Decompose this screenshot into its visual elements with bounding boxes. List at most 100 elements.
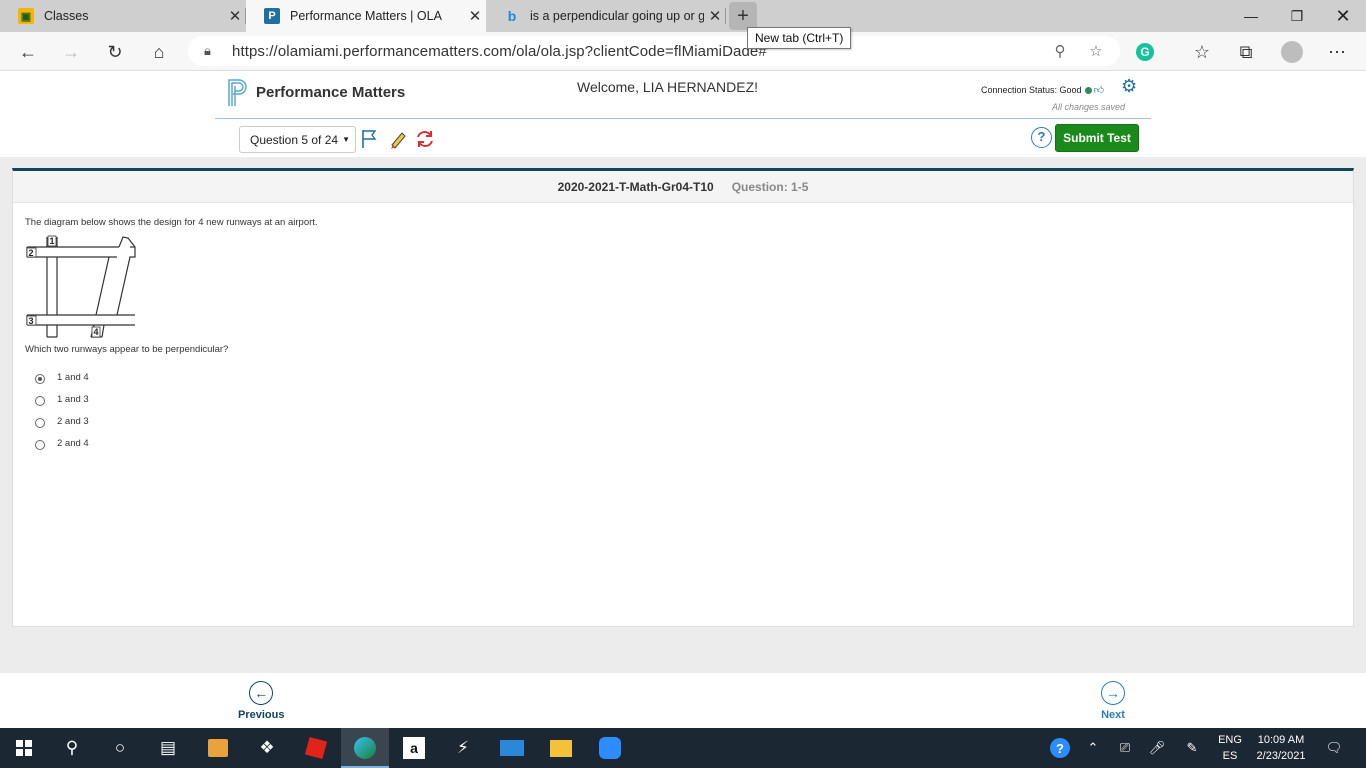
zoom-icon[interactable]: ⚲ bbox=[1050, 42, 1070, 62]
address-bar[interactable]: 🔒︎ https://olamiami.performancematters.c… bbox=[188, 36, 1120, 66]
store-icon[interactable] bbox=[194, 728, 242, 768]
language-indicator[interactable]: ENG ES bbox=[1214, 732, 1246, 764]
question-card: 2020-2021-T-Math-Gr04-T10 Question: 1-5 … bbox=[12, 168, 1354, 627]
file-explorer-icon[interactable] bbox=[537, 728, 585, 768]
refresh-icon[interactable]: ↻ bbox=[100, 37, 130, 67]
edge-icon[interactable] bbox=[341, 728, 389, 768]
bing-icon: b bbox=[507, 8, 517, 24]
mail-icon[interactable] bbox=[488, 728, 536, 768]
answer-option-label: 2 and 4 bbox=[57, 438, 89, 449]
profile-avatar[interactable] bbox=[1277, 37, 1307, 67]
back-arrow-icon[interactable]: ← bbox=[13, 37, 43, 67]
add-favorite-icon[interactable]: ☆ bbox=[1086, 42, 1106, 62]
flag-icon[interactable] bbox=[359, 128, 381, 150]
status-dot-icon bbox=[1084, 86, 1092, 94]
next-button[interactable]: → Next bbox=[1101, 681, 1125, 721]
tab-title: is a perpendicular going up or go bbox=[530, 9, 704, 23]
windows-taskbar: ⚲ ○ ▤ ❖ a ⚡︎ ? ⌃ ⎚ 🎤︎ ✎ ENG ES 10:09 AM … bbox=[0, 728, 1366, 768]
arrow-right-icon: → bbox=[1101, 681, 1125, 705]
welcome-message: Welcome, LIA HERNANDEZ! bbox=[577, 79, 759, 95]
microphone-icon[interactable]: 🎤︎ bbox=[1144, 728, 1170, 768]
notifications-icon[interactable]: 🗨︎ bbox=[1320, 728, 1348, 768]
camera-tray-icon[interactable]: ⎚ bbox=[1112, 728, 1138, 768]
arrow-left-icon: ← bbox=[249, 681, 274, 705]
answer-option[interactable]: 2 and 3 bbox=[35, 416, 89, 428]
grammarly-icon[interactable]: G bbox=[1130, 37, 1160, 67]
new-tab-button[interactable]: + bbox=[729, 2, 757, 30]
clock-time: 10:09 AM bbox=[1257, 734, 1305, 746]
runway-label-1: 1 bbox=[50, 236, 55, 246]
runway-label-2: 2 bbox=[29, 248, 34, 258]
highlighter-icon[interactable] bbox=[387, 128, 409, 150]
tab-title: Classes bbox=[44, 9, 89, 23]
zoom-app-icon[interactable] bbox=[586, 728, 634, 768]
brand-logo: Performance Matters bbox=[226, 77, 405, 107]
classroom-icon: ▣ bbox=[18, 8, 34, 24]
question-text: Which two runways appear to be perpendic… bbox=[25, 344, 229, 355]
submit-test-button[interactable]: Submit Test bbox=[1055, 124, 1139, 152]
cortana-icon[interactable]: ○ bbox=[96, 728, 144, 768]
more-options-icon[interactable]: ⋯ bbox=[1322, 37, 1352, 67]
connection-status-label: Connection Status: Good bbox=[981, 85, 1082, 95]
dropbox-icon[interactable]: ❖ bbox=[243, 728, 291, 768]
lock-icon: 🔒︎ bbox=[204, 43, 211, 58]
answer-option[interactable]: 1 and 3 bbox=[35, 394, 89, 406]
previous-label: Previous bbox=[238, 709, 285, 721]
tab-bing-search[interactable]: b is a perpendicular going up or go ✕ bbox=[486, 0, 726, 32]
caret-down-icon: ▼ bbox=[342, 135, 350, 144]
question-prompt: The diagram below shows the design for 4… bbox=[25, 217, 318, 228]
home-icon[interactable]: ⌂ bbox=[144, 37, 174, 67]
clock[interactable]: 10:09 AM 2/23/2021 bbox=[1252, 732, 1310, 764]
radio-button[interactable] bbox=[35, 374, 45, 384]
windows-start-icon[interactable] bbox=[0, 728, 48, 768]
close-tab-icon[interactable]: ✕ bbox=[704, 7, 726, 25]
runway-label-3: 3 bbox=[29, 316, 34, 326]
question-reference: Question: 1-5 bbox=[731, 179, 809, 194]
browser-tab-strip: ▣ Classes ✕ P Performance Matters | OLA … bbox=[0, 0, 1366, 32]
help-tray-icon[interactable]: ? bbox=[1046, 728, 1074, 768]
pen-icon[interactable]: ✎ bbox=[1178, 728, 1206, 768]
thumbs-up-icon: 👍︎ bbox=[1093, 85, 1105, 96]
close-window-icon[interactable]: ✕ bbox=[1320, 0, 1366, 32]
task-view-icon[interactable]: ▤ bbox=[144, 728, 192, 768]
forward-arrow-icon[interactable]: → bbox=[56, 37, 86, 67]
tab-performance-matters[interactable]: P Performance Matters | OLA ✕ bbox=[246, 0, 486, 32]
restore-icon[interactable]: ❐ bbox=[1274, 0, 1320, 32]
header-divider bbox=[215, 118, 1151, 119]
question-navigation: ← Previous → Next bbox=[0, 673, 1366, 728]
chevron-up-icon[interactable]: ⌃ bbox=[1080, 728, 1106, 768]
keyboard-layout: ES bbox=[1222, 750, 1238, 762]
roblox-icon[interactable] bbox=[292, 728, 340, 768]
url-text[interactable]: https://olamiami.performancematters.com/… bbox=[232, 43, 767, 60]
address-toolbar: ← → ↻ ⌂ 🔒︎ https://olamiami.performancem… bbox=[0, 32, 1366, 71]
connection-status: Connection Status: Good 👍︎ bbox=[981, 84, 1104, 96]
radio-button[interactable] bbox=[35, 396, 45, 406]
search-icon[interactable]: ⚲ bbox=[48, 728, 96, 768]
close-tab-icon[interactable]: ✕ bbox=[224, 7, 246, 25]
favorites-icon[interactable]: ☆ bbox=[1187, 37, 1217, 67]
minimize-icon[interactable]: — bbox=[1228, 0, 1274, 32]
answer-option[interactable]: 2 and 4 bbox=[35, 438, 89, 450]
reset-icon[interactable] bbox=[414, 128, 436, 150]
close-tab-icon[interactable]: ✕ bbox=[464, 7, 486, 25]
answer-option-label: 1 and 4 bbox=[57, 372, 89, 383]
collections-icon[interactable]: ⧉ bbox=[1231, 37, 1261, 67]
settings-gear-icon[interactable]: ⚙ bbox=[1121, 77, 1139, 95]
tab-classes[interactable]: ▣ Classes ✕ bbox=[0, 0, 246, 32]
lightning-app-icon[interactable]: ⚡︎ bbox=[439, 728, 487, 768]
question-selector-label: Question 5 of 24 bbox=[250, 132, 339, 147]
language-code: ENG bbox=[1218, 734, 1242, 746]
question-selector[interactable]: Question 5 of 24 ▼ bbox=[239, 126, 356, 153]
answer-option[interactable]: 1 and 4 bbox=[35, 372, 89, 384]
previous-button[interactable]: ← Previous bbox=[238, 681, 284, 721]
performance-matters-logo-icon bbox=[228, 79, 247, 106]
next-label: Next bbox=[1101, 709, 1125, 721]
radio-button[interactable] bbox=[35, 440, 45, 450]
radio-button[interactable] bbox=[35, 418, 45, 428]
help-button[interactable]: ? bbox=[1031, 127, 1052, 148]
pm-icon: P bbox=[264, 8, 280, 24]
answer-option-label: 2 and 3 bbox=[57, 416, 89, 427]
amazon-icon[interactable]: a bbox=[390, 728, 438, 768]
test-code: 2020-2021-T-Math-Gr04-T10 bbox=[557, 179, 714, 194]
question-card-header: 2020-2021-T-Math-Gr04-T10 Question: 1-5 bbox=[13, 171, 1353, 203]
